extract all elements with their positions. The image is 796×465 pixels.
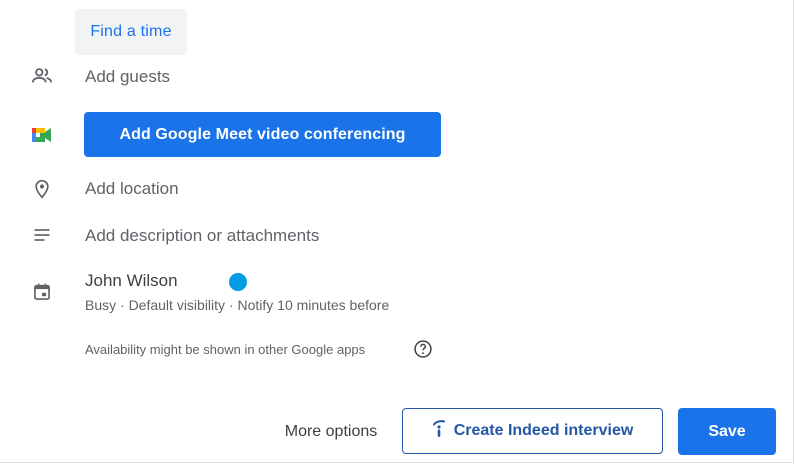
find-a-time-button[interactable]: Find a time [75,9,187,55]
create-indeed-interview-button[interactable]: Create Indeed interview [402,408,663,454]
calendar-icon [29,279,55,305]
calendar-color-dot[interactable] [229,273,247,291]
more-options-button[interactable]: More options [268,410,394,454]
calendar-owner-name: John Wilson [85,271,178,290]
add-google-meet-button[interactable]: Add Google Meet video conferencing [84,112,441,157]
add-location-field[interactable]: Add location [85,179,179,199]
add-description-field[interactable]: Add description or attachments [85,226,319,246]
indeed-icon [432,419,446,443]
location-pin-icon [29,176,55,202]
availability-note: Availability might be shown in other Goo… [85,342,366,357]
event-visibility-summary[interactable]: Busy · Default visibility · Notify 10 mi… [85,297,389,313]
people-icon [29,63,55,89]
help-icon[interactable] [413,339,433,359]
google-meet-icon [29,122,55,148]
event-details-panel: Find a time Add guests Add Google Meet v… [0,0,794,463]
add-guests-field[interactable]: Add guests [85,67,170,87]
notes-icon [29,222,55,248]
create-indeed-interview-label: Create Indeed interview [453,422,634,439]
save-button[interactable]: Save [678,408,776,455]
